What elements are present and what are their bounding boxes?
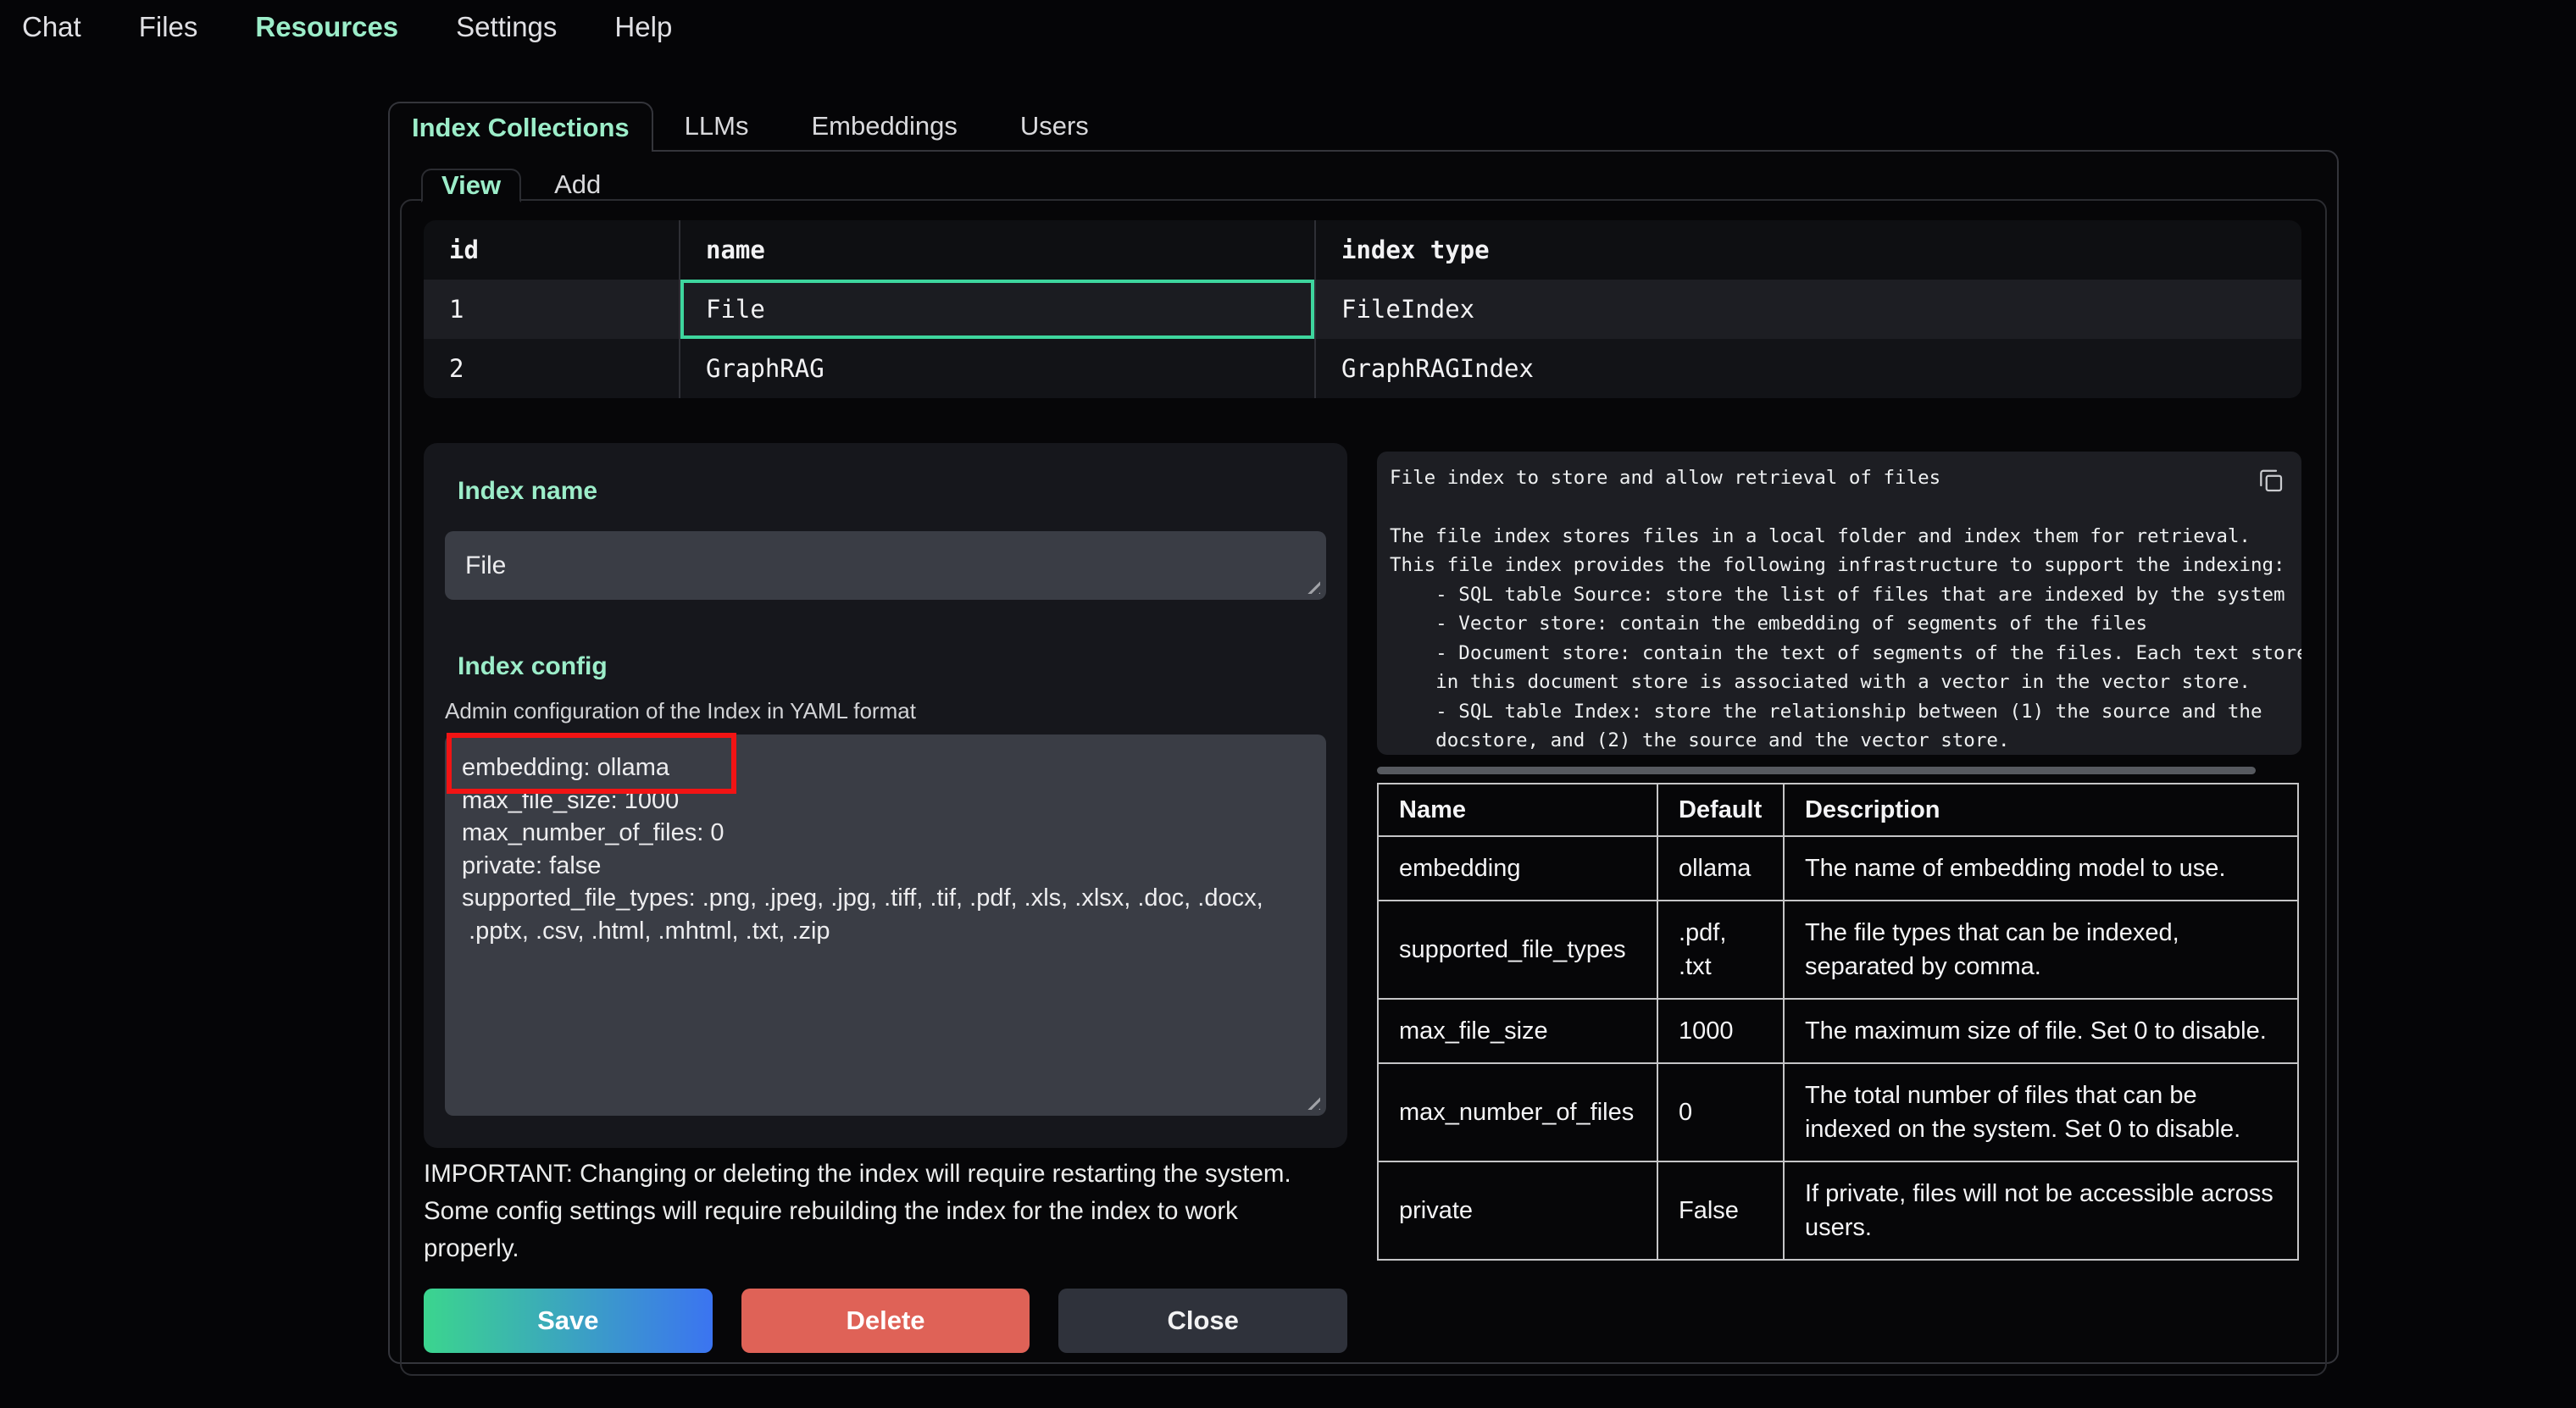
table-cell-row2-id[interactable]: 2 — [424, 339, 679, 398]
param-description: If private, files will not be accessible… — [1784, 1161, 2298, 1260]
index-config-value: embedding: ollama max_file_size: 1000 ma… — [462, 751, 1318, 947]
index-config-editor[interactable]: embedding: ollama max_file_size: 1000 ma… — [445, 734, 1326, 1116]
param-description: The file types that can be indexed, sepa… — [1784, 901, 2298, 999]
resize-handle-icon[interactable] — [1303, 1093, 1320, 1110]
view-add-tabbar: View Add — [421, 169, 2327, 201]
param-default: ollama — [1657, 836, 1784, 901]
param-row-supported-file-types: supported_file_types .pdf, .txt The file… — [1378, 901, 2298, 999]
index-config-label: Index config — [458, 652, 1326, 681]
copy-button[interactable] — [2252, 462, 2290, 499]
index-parameters-table: Name Default Description embedding ollam… — [1377, 783, 2299, 1261]
tab-users[interactable]: Users — [989, 102, 1120, 150]
index-edit-form: Index name File Index config Admin confi… — [424, 443, 1347, 1353]
param-name: private — [1378, 1161, 1657, 1260]
table-cell-row2-index-type[interactable]: GraphRAGIndex — [1314, 339, 2301, 398]
param-default: False — [1657, 1161, 1784, 1260]
resources-tabbar: Index Collections LLMs Embeddings Users — [388, 102, 2339, 150]
resize-handle-icon[interactable] — [1303, 577, 1320, 594]
param-description: The maximum size of file. Set 0 to disab… — [1784, 999, 2298, 1063]
index-name-input[interactable]: File — [445, 531, 1326, 600]
index-collections-panel: View Add id name index type 1 File FileI… — [388, 150, 2339, 1364]
table-cell-row1-name-selected[interactable]: File — [679, 280, 1314, 339]
nav-item-resources[interactable]: Resources — [255, 11, 398, 59]
index-name-value: File — [465, 552, 506, 580]
index-description-title: File index to store and allow retrieval … — [1390, 463, 2301, 493]
nav-item-files[interactable]: Files — [139, 11, 198, 59]
param-name: max_number_of_files — [1378, 1063, 1657, 1161]
index-form-panel: Index name File Index config Admin confi… — [424, 443, 1347, 1148]
column-header-index-type: index type — [1314, 220, 2301, 280]
column-header-name: name — [679, 220, 1314, 280]
param-default: 1000 — [1657, 999, 1784, 1063]
tab-view[interactable]: View — [421, 169, 521, 202]
horizontal-scrollbar[interactable] — [1377, 767, 2256, 774]
nav-item-settings[interactable]: Settings — [456, 11, 557, 59]
param-column-description: Description — [1784, 784, 2298, 836]
index-name-label: Index name — [458, 477, 1326, 506]
index-info-column: File index to store and allow retrieval … — [1377, 443, 2301, 1261]
param-default: 0 — [1657, 1063, 1784, 1161]
action-buttons: Save Delete Close — [424, 1289, 1347, 1353]
tab-index-collections[interactable]: Index Collections — [388, 102, 653, 152]
resources-page: Index Collections LLMs Embeddings Users … — [388, 102, 2339, 1364]
delete-button[interactable]: Delete — [741, 1289, 1030, 1353]
param-description: The name of embedding model to use. — [1784, 836, 2298, 901]
table-cell-row2-name[interactable]: GraphRAG — [679, 339, 1314, 398]
index-description-body: The file index stores files in a local f… — [1390, 522, 2301, 756]
save-button[interactable]: Save — [424, 1289, 713, 1353]
nav-item-help[interactable]: Help — [614, 11, 672, 59]
index-description-panel: File index to store and allow retrieval … — [1377, 452, 2301, 755]
param-default: .pdf, .txt — [1657, 901, 1784, 999]
tab-llms[interactable]: LLMs — [653, 102, 780, 150]
param-column-name: Name — [1378, 784, 1657, 836]
param-description: The total number of files that can be in… — [1784, 1063, 2298, 1161]
copy-icon — [2256, 465, 2286, 496]
param-row-max-file-size: max_file_size 1000 The maximum size of f… — [1378, 999, 2298, 1063]
tab-embeddings[interactable]: Embeddings — [780, 102, 988, 150]
close-button[interactable]: Close — [1058, 1289, 1347, 1353]
param-row-max-number-of-files: max_number_of_files 0 The total number o… — [1378, 1063, 2298, 1161]
table-cell-row1-index-type[interactable]: FileIndex — [1314, 280, 2301, 339]
index-collections-table: id name index type 1 File FileIndex 2 Gr… — [424, 220, 2301, 398]
important-note: IMPORTANT: Changing or deleting the inde… — [424, 1156, 1324, 1267]
param-name: embedding — [1378, 836, 1657, 901]
index-config-info: Admin configuration of the Index in YAML… — [445, 698, 1326, 724]
column-header-id: id — [424, 220, 679, 280]
param-name: supported_file_types — [1378, 901, 1657, 999]
param-column-default: Default — [1657, 784, 1784, 836]
param-row-private: private False If private, files will not… — [1378, 1161, 2298, 1260]
table-cell-row1-id[interactable]: 1 — [424, 280, 679, 339]
nav-item-chat[interactable]: Chat — [22, 11, 81, 59]
top-nav: Chat Files Resources Settings Help — [0, 0, 2576, 59]
param-row-embedding: embedding ollama The name of embedding m… — [1378, 836, 2298, 901]
view-tab-content: id name index type 1 File FileIndex 2 Gr… — [400, 199, 2327, 1376]
param-name: max_file_size — [1378, 999, 1657, 1063]
tab-add[interactable]: Add — [521, 169, 634, 201]
